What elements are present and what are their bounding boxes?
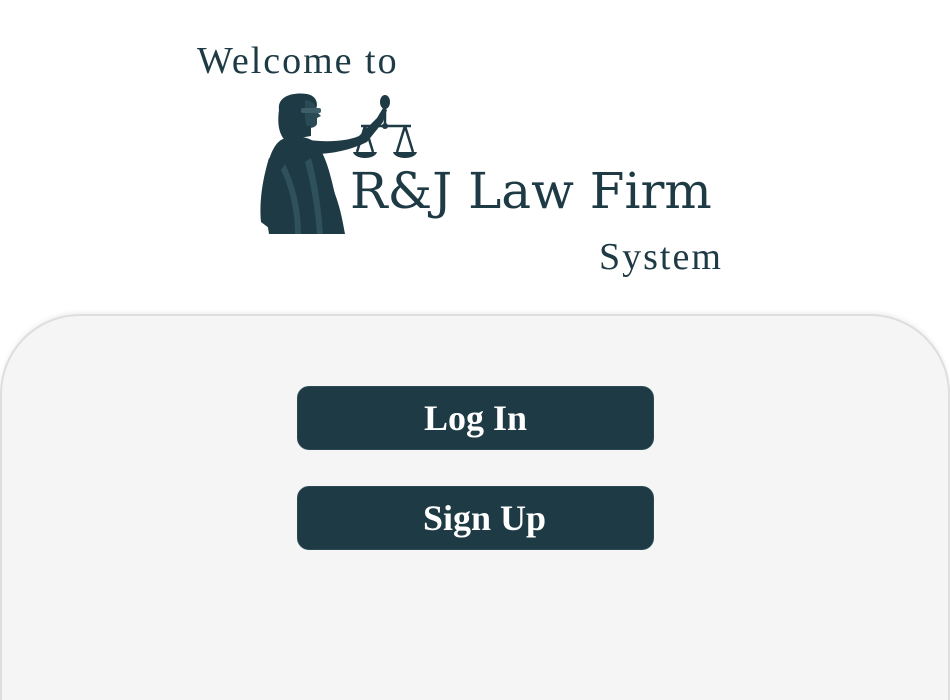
signup-button[interactable]: Sign Up	[297, 486, 654, 550]
firm-name: R&J Law Firm	[350, 162, 712, 220]
login-button[interactable]: Log In	[297, 386, 654, 450]
system-heading: System	[599, 236, 723, 278]
landing-screen: Welcome to R&J Law Firm System Log In Si…	[0, 0, 950, 700]
welcome-heading: Welcome to	[197, 40, 399, 82]
